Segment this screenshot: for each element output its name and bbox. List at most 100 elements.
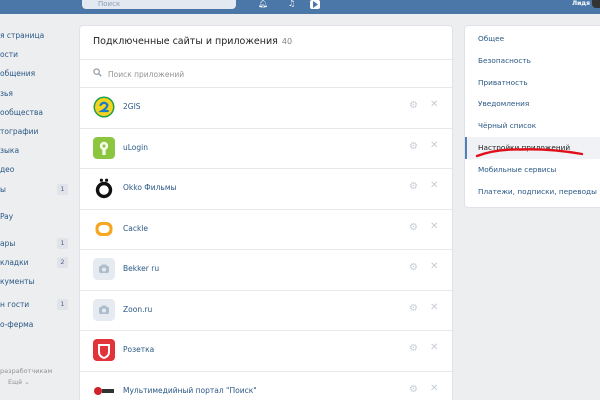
nav-label: я страница [0,31,45,40]
nav-item[interactable]: ы1 [0,180,70,199]
avatar[interactable] [592,0,600,8]
developers-link[interactable]: разработчикам [0,366,52,377]
nav-label: ары [0,238,16,248]
gear-icon[interactable]: ⚙ [409,263,419,273]
nav-badge: 1 [57,183,68,195]
nav-item[interactable]: я страница [0,26,70,45]
app-name[interactable]: Zoon.ru [123,305,152,314]
camera-placeholder-icon [93,258,115,280]
top-search-input[interactable]: Поиск [82,0,236,9]
nav-item[interactable]: общения [0,64,70,83]
menu-item-security[interactable]: Безопасность [465,50,600,72]
app-row[interactable]: 2GIS ⚙ ✕ [80,88,452,129]
gear-icon[interactable]: ⚙ [409,182,419,192]
gear-icon[interactable]: ⚙ [409,303,419,314]
menu-item-blacklist[interactable]: Чёрный список [465,115,600,137]
app-row[interactable]: Okko Фильмы ⚙ ✕ [80,169,452,210]
nav-item[interactable]: кладки 2 [0,253,70,272]
close-icon[interactable]: ✕ [430,100,440,110]
menu-label: Уведомления [478,99,530,109]
settings-menu: Общее Безопасность Приватность Уведомлен… [465,26,600,207]
nav-label: ости [0,50,18,60]
nav-item[interactable]: ары 1 [0,234,70,253]
top-search-placeholder: Поиск [98,0,121,8]
app-name[interactable]: Okko Фильмы [123,183,176,192]
menu-item-general[interactable]: Общее [465,28,600,50]
gear-icon[interactable]: ⚙ [409,384,419,395]
app-name[interactable]: 2GIS [123,102,141,111]
nav-label: н гости [0,300,30,310]
ulogin-logo-icon [93,136,115,159]
menu-label: Общее [478,34,505,43]
menu-label: Платежи, подписки, переводы [478,186,597,196]
nav-badge: 1 [57,237,68,249]
nav-item[interactable]: н гости 1 [0,295,70,314]
close-icon[interactable]: ✕ [430,221,440,232]
nav-badge: 1 [57,299,68,311]
nav-footer: разработчикам Ещё ⌄ [0,366,52,388]
top-bar: Поиск 🔔︎ ♫ Лидя [0,0,600,14]
music-icon[interactable]: ♫ [288,0,298,9]
nav-label: ообщества [0,107,43,117]
app-row[interactable]: Cackle ⚙ ✕ [80,210,452,250]
nav-item[interactable]: део [0,160,70,179]
user-name[interactable]: Лидя [572,0,590,8]
gear-icon[interactable]: ⚙ [409,101,419,111]
menu-item-payments[interactable]: Платежи, подписки, переводы [465,181,600,203]
apps-search-input[interactable]: Поиск приложений [80,60,452,88]
search-icon [93,68,103,79]
nav-badge: 2 [57,257,68,269]
menu-label: Чёрный список [478,121,537,131]
app-name[interactable]: Мультимедийный портал "Поиск" [123,386,257,395]
app-name[interactable]: Cackle [123,224,148,233]
2gis-logo-icon [93,96,115,118]
nav-item[interactable]: зыка [0,141,70,160]
close-icon[interactable]: ✕ [430,181,440,191]
close-icon[interactable]: ✕ [430,343,440,353]
nav-label: зья [0,88,13,98]
nav-item[interactable]: зья [0,84,70,103]
nav-item[interactable]: ообщества [0,103,70,122]
close-icon[interactable]: ✕ [430,383,440,394]
app-row[interactable]: Мультимедийный портал "Поиск" ⚙ ✕ [80,372,452,400]
menu-item-notifications[interactable]: Уведомления [465,93,600,115]
close-icon[interactable]: ✕ [430,302,440,313]
okko-logo-icon [93,177,115,199]
search-placeholder: Поиск приложений [108,70,185,79]
red-underline-annotation [475,148,584,158]
gear-icon[interactable]: ⚙ [409,141,419,152]
gear-icon[interactable]: ⚙ [409,344,419,354]
nav-label: общения [0,69,36,79]
nav-item[interactable]: кументы [0,272,70,291]
app-name[interactable]: uLogin [123,143,148,152]
nav-label: кументы [0,277,35,287]
app-row[interactable]: Zoon.ru ⚙ ✕ [80,291,452,331]
nav-item[interactable]: о-ферма [0,315,70,334]
nav-item[interactable]: тографии [0,122,70,141]
app-name[interactable]: Розетка [123,345,154,354]
app-name[interactable]: Bekker ru [123,264,159,273]
nav-item[interactable]: ости [0,45,70,64]
app-row[interactable]: Розетка ⚙ ✕ [80,331,452,372]
play-icon[interactable] [310,0,320,9]
more-link[interactable]: Ещё ⌄ [0,377,52,388]
app-row[interactable]: uLogin ⚙ ✕ [80,129,452,169]
menu-label: Безопасность [478,55,531,65]
close-icon[interactable]: ✕ [430,140,440,151]
page-title: Подключенные сайты и приложения [93,36,278,47]
cackle-logo-icon [93,217,115,240]
menu-item-privacy[interactable]: Приватность [465,72,600,94]
gear-icon[interactable]: ⚙ [409,222,419,233]
nav-item[interactable]: Pay [0,207,70,226]
menu-item-mobile-services[interactable]: Мобильные сервисы [465,159,600,181]
nav-label: тографии [0,126,39,136]
nav-label: део [0,165,15,175]
app-row[interactable]: Bekker ru ⚙ ✕ [80,250,452,291]
nav-label: Pay [0,211,14,221]
close-icon[interactable]: ✕ [430,262,440,272]
nav-label: ы [0,184,6,194]
connected-apps-panel: Подключенные сайты и приложения 40 Поиск … [80,26,452,400]
camera-placeholder-icon [93,298,115,321]
nav-label: зыка [0,146,20,156]
bell-icon[interactable]: 🔔︎ [258,0,268,9]
